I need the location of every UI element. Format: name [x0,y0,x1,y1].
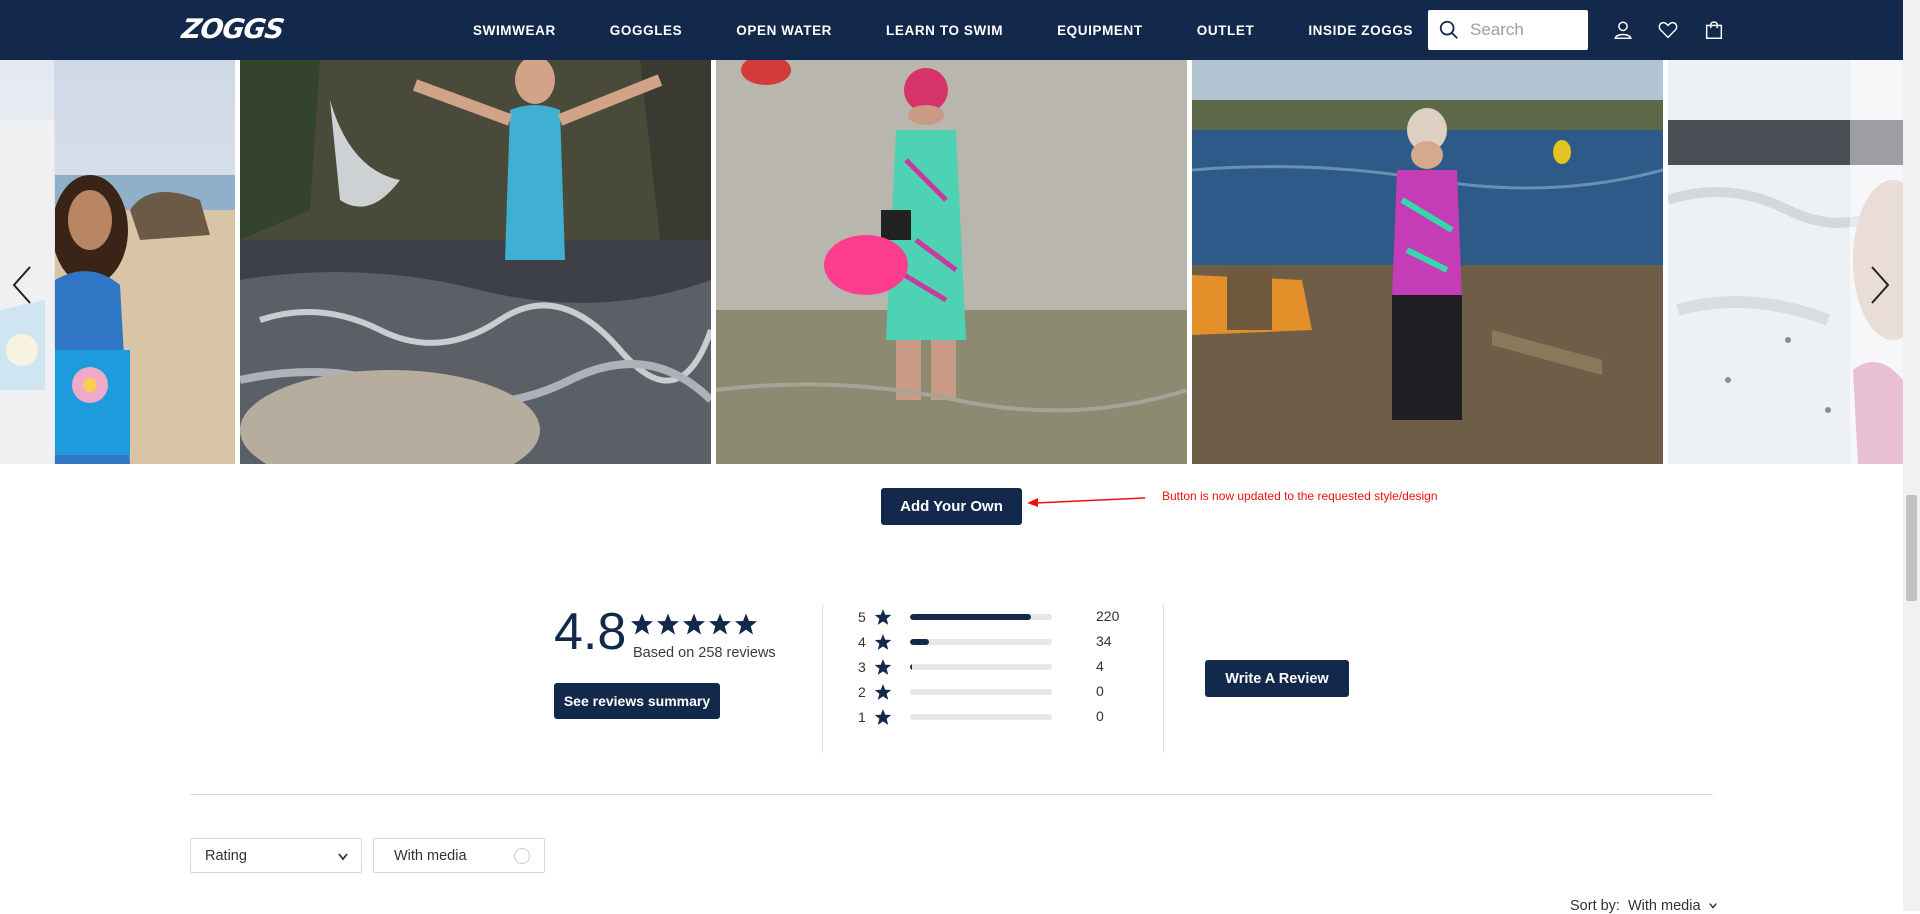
average-stars [630,612,758,636]
star-icon [709,613,731,635]
rating-bar [910,614,1052,620]
rating-row-stars: 3 [858,659,866,675]
rating-row-count: 34 [1096,633,1112,649]
rating-bar [910,714,1052,720]
zoggs-logo[interactable]: ZOGGS [180,14,286,45]
gallery-prev-arrow-icon[interactable] [10,265,34,305]
account-icon[interactable] [1612,19,1634,41]
star-icon [735,613,757,635]
star-icon [631,613,653,635]
nav-outlet[interactable]: OUTLET [1197,23,1255,38]
see-reviews-summary-button[interactable]: See reviews summary [554,683,720,719]
add-your-own-button[interactable]: Add Your Own [881,488,1022,525]
with-media-toggle[interactable] [514,848,530,864]
star-icon [874,609,892,625]
rating-row-5[interactable]: 5 220 [858,607,1119,627]
star-icon [683,613,705,635]
rating-filter-dropdown[interactable]: Rating [190,838,362,873]
nav-open-water[interactable]: OPEN WATER [736,23,832,38]
nav-inside-zoggs[interactable]: INSIDE ZOGGS [1308,23,1413,38]
nav-learn-to-swim[interactable]: LEARN TO SWIM [886,23,1003,38]
rating-row-count: 0 [1096,708,1104,724]
shopping-bag-icon[interactable] [1703,19,1725,41]
nav-equipment[interactable]: EQUIPMENT [1057,23,1143,38]
search-box[interactable] [1428,10,1588,50]
average-rating: 4.8 [554,603,627,661]
rating-filter-label: Rating [205,847,247,864]
rating-row-count: 4 [1096,658,1104,674]
rating-row-3[interactable]: 3 4 [858,657,1104,677]
with-media-label: With media [394,847,467,864]
chevron-down-icon [338,853,348,861]
rating-row-count: 220 [1096,608,1120,624]
rating-bar [910,689,1052,695]
page-scrollbar[interactable] [1903,0,1920,911]
main-nav: SWIMWEAR GOGGLES OPEN WATER LEARN TO SWI… [473,0,1467,60]
star-icon [874,634,892,650]
sort-by-value: With media [1628,898,1701,914]
sort-by-dropdown[interactable]: Sort by: With media [1570,898,1718,914]
nav-swimwear[interactable]: SWIMWEAR [473,23,556,38]
with-media-filter[interactable]: With media [373,838,545,873]
star-icon [874,709,892,725]
star-icon [874,684,892,700]
search-icon [1439,20,1458,39]
star-icon [874,659,892,675]
gallery-next-arrow-icon[interactable] [1868,265,1892,305]
section-divider [190,794,1713,795]
gallery-photo-wading[interactable] [716,60,1187,464]
rating-row-4[interactable]: 4 34 [858,632,1112,652]
write-a-review-button[interactable]: Write A Review [1205,660,1349,697]
scrollbar-thumb[interactable] [1906,495,1917,601]
sort-by-label: Sort by: [1570,898,1620,914]
search-input[interactable] [1468,19,1582,41]
rating-bar [910,664,1052,670]
review-count-text: Based on 258 reviews [633,645,776,661]
gallery-fade-right [1850,60,1903,464]
rating-row-2[interactable]: 2 0 [858,682,1104,702]
annotation-note: Button is now updated to the requested s… [1162,489,1438,503]
wishlist-heart-icon[interactable] [1657,19,1679,41]
chevron-down-icon [1708,903,1717,909]
divider-right [1163,605,1164,753]
rating-row-1[interactable]: 1 0 [858,707,1104,727]
gallery-fade-left [0,60,54,464]
site-header: ZOGGS SWIMWEAR GOGGLES OPEN WATER LEARN … [0,0,1903,60]
annotation-arrow [1027,497,1146,507]
rating-row-stars: 1 [858,709,866,725]
rating-row-stars: 4 [858,634,866,650]
nav-goggles[interactable]: GOGGLES [610,23,682,38]
star-icon [657,613,679,635]
gallery-photo-lake-shore[interactable] [1192,60,1663,464]
gallery-photo-rock-pool[interactable] [240,60,711,464]
rating-bar [910,639,1052,645]
ugc-photo-gallery [0,60,1903,464]
rating-row-stars: 5 [858,609,866,625]
rating-row-stars: 2 [858,684,866,700]
rating-row-count: 0 [1096,683,1104,699]
divider-left [822,605,823,753]
